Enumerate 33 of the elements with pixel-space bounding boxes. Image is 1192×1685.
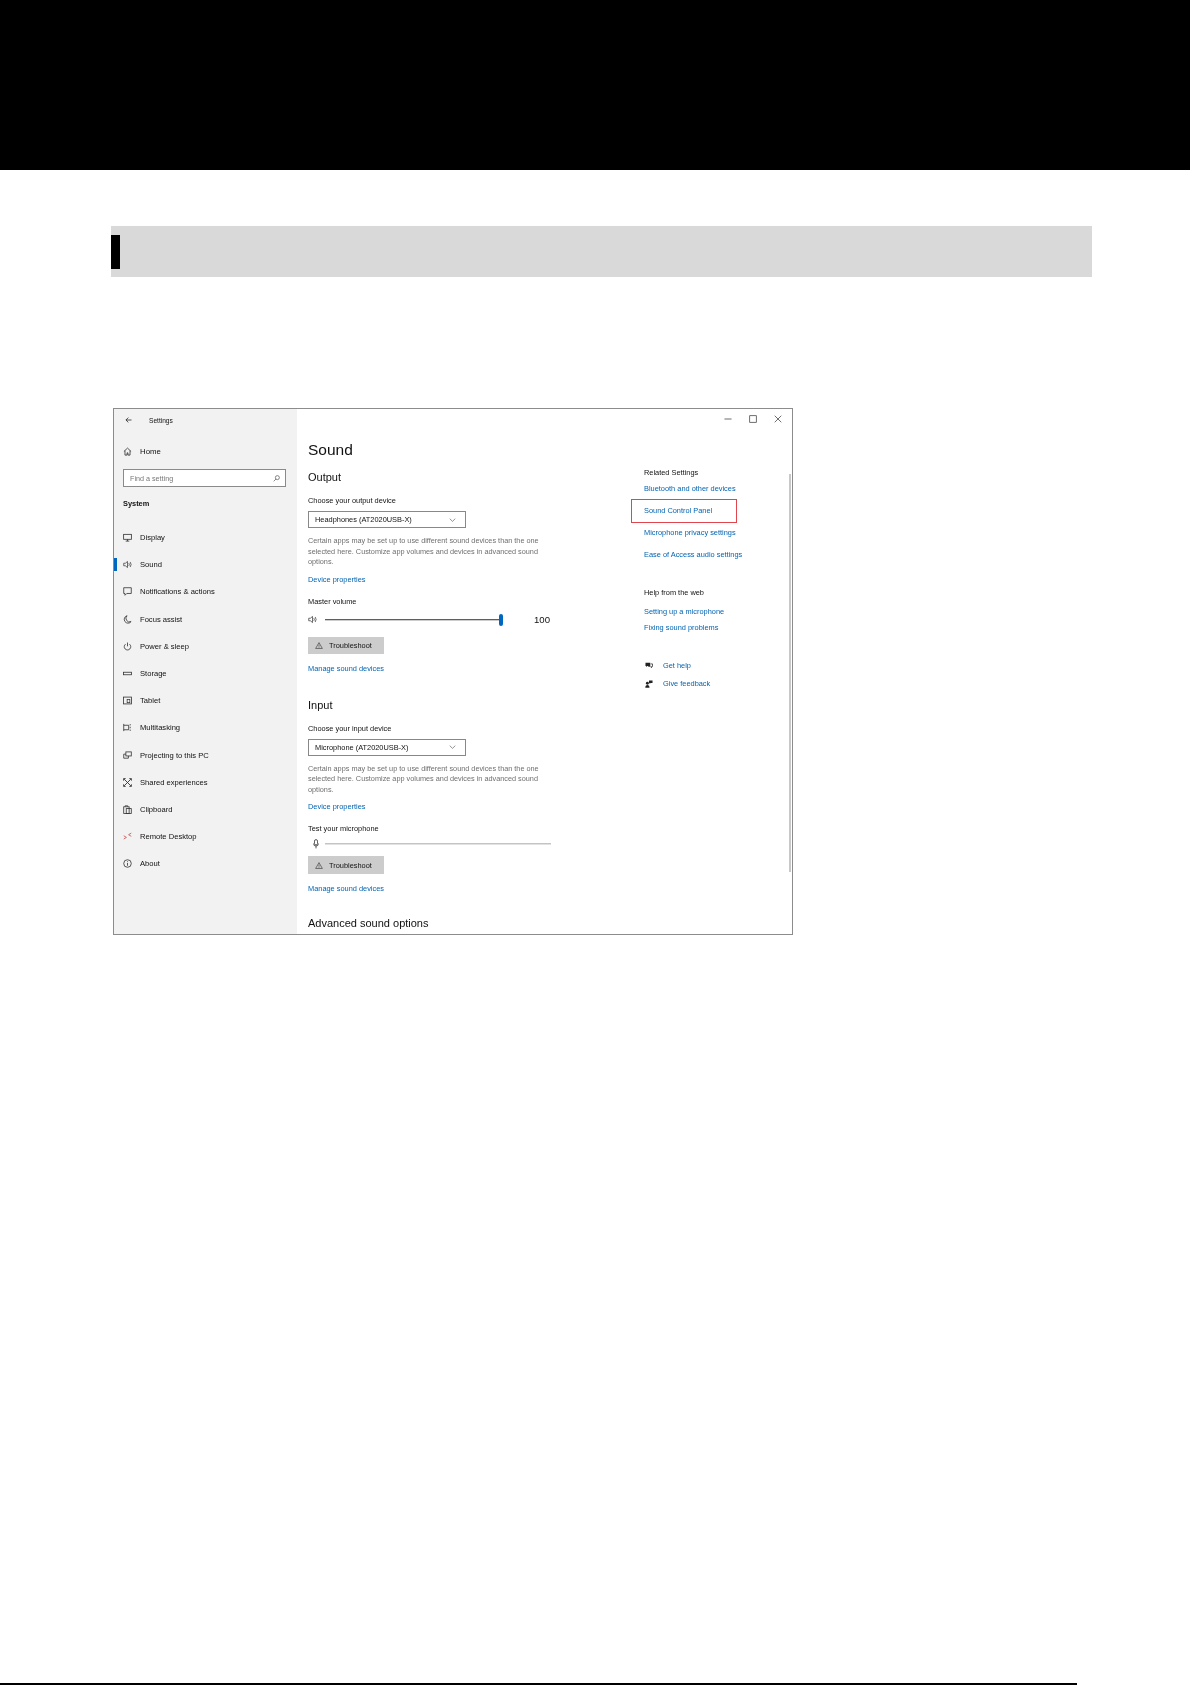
speaker-icon — [308, 615, 317, 624]
message-box-icon — [123, 587, 132, 597]
close-icon[interactable] — [774, 415, 782, 423]
home-icon — [123, 446, 132, 456]
chevron-down-icon — [449, 745, 456, 749]
slider-thumb[interactable] — [499, 613, 503, 626]
warning-icon — [315, 641, 323, 649]
back-arrow-icon[interactable] — [125, 417, 132, 423]
info-icon — [123, 859, 132, 869]
cross-arrows-icon — [123, 777, 132, 787]
screens-icon — [123, 750, 132, 760]
section-heading: Advanced sound options — [308, 916, 429, 930]
monitor-icon — [123, 533, 132, 543]
person-icon — [645, 680, 653, 688]
clipboard-icon — [123, 804, 132, 814]
maximize-icon[interactable] — [749, 415, 757, 423]
heading-marker — [111, 234, 120, 269]
speaker-icon — [123, 560, 132, 570]
tablet-icon — [123, 696, 132, 706]
warning-icon — [315, 861, 323, 869]
chevrons-icon — [123, 832, 132, 842]
multitasking-icon — [123, 723, 132, 733]
section-heading: Output — [308, 470, 342, 485]
volume-reading: 100 — [534, 613, 550, 626]
power-icon — [123, 641, 132, 651]
search-icon[interactable] — [273, 474, 280, 482]
chevron-down-icon — [449, 517, 456, 522]
chat-bubbles-icon — [645, 662, 653, 670]
section-heading: Input — [308, 697, 333, 713]
scrollbar[interactable] — [789, 474, 791, 872]
moon-icon — [123, 614, 132, 624]
page-title: Sound — [308, 440, 353, 460]
microphone-icon — [313, 839, 319, 849]
